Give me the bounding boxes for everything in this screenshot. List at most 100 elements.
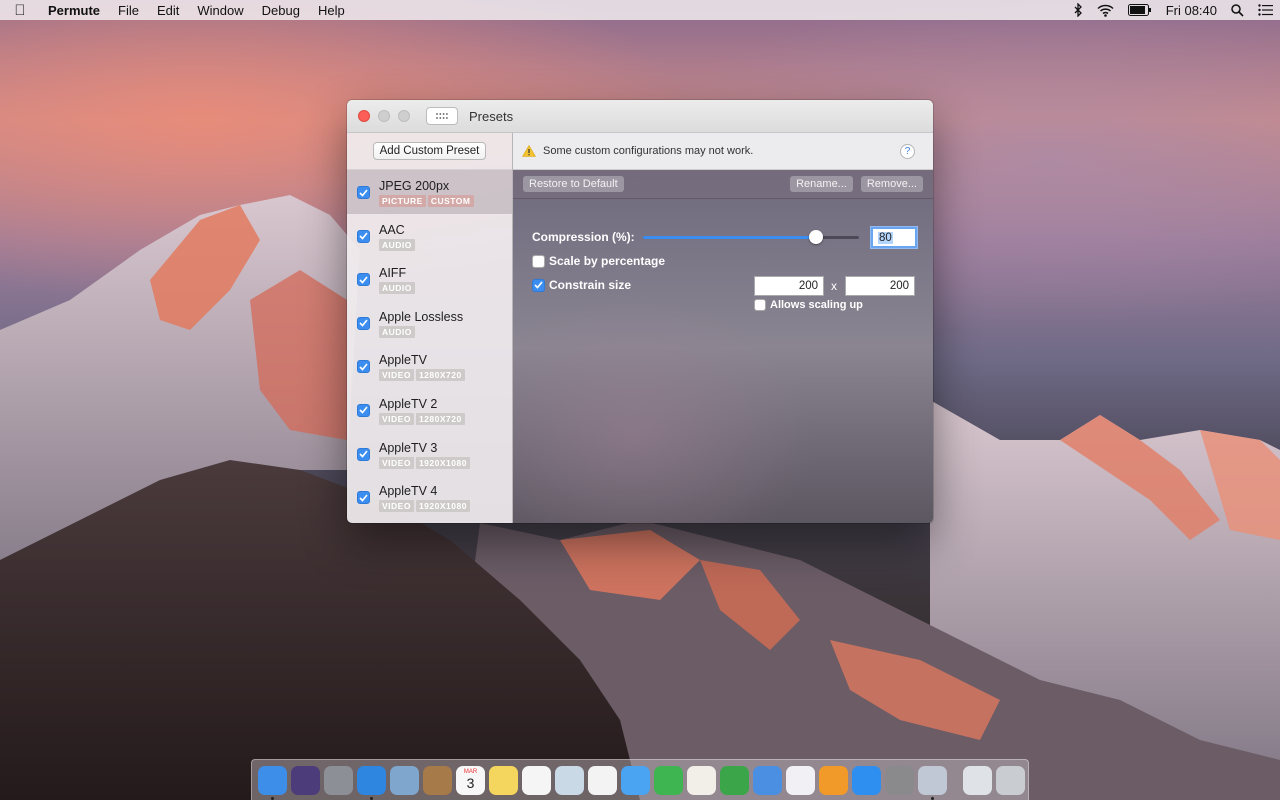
presets-grid-button[interactable]: [426, 107, 458, 125]
finder-icon[interactable]: [258, 765, 287, 800]
close-window-button[interactable]: [358, 110, 370, 122]
checkmark-icon: [534, 281, 543, 289]
height-field[interactable]: 200: [845, 276, 915, 296]
scale-by-percentage-label[interactable]: Scale by percentage: [549, 254, 665, 268]
compression-slider[interactable]: [643, 230, 859, 244]
checkmark-icon: [359, 276, 368, 284]
compression-slider-knob[interactable]: [808, 230, 823, 244]
preset-item[interactable]: AIFF AUDIO: [347, 257, 512, 301]
preset-item[interactable]: AppleTV 2 VIDEO 1280X720: [347, 388, 512, 432]
battery-icon[interactable]: [1127, 4, 1152, 16]
preset-tag: VIDEO: [379, 500, 414, 513]
dock: MAR 3: [251, 759, 1029, 800]
allows-scaling-up-row[interactable]: Allows scaling up: [754, 299, 863, 311]
menu-window[interactable]: Window: [188, 3, 252, 18]
wifi-icon[interactable]: [1097, 4, 1114, 17]
preset-enabled-checkbox[interactable]: [357, 360, 370, 374]
preset-tag: CUSTOM: [427, 195, 474, 207]
preset-name: AppleTV: [379, 353, 427, 368]
width-value: 200: [798, 280, 818, 292]
preset-enabled-checkbox[interactable]: [357, 273, 370, 287]
preset-list: JPEG 200px PICTURE CUSTOM AAC AUDIO AIFF …: [347, 170, 512, 519]
preset-item[interactable]: AppleTV VIDEO 1280X720: [347, 344, 512, 388]
compression-slider-fill: [643, 236, 816, 239]
preview-icon[interactable]: [555, 765, 584, 795]
warning-bar: Some custom configurations may not work.…: [513, 133, 933, 170]
textedit-icon[interactable]: [687, 765, 716, 795]
menu-debug[interactable]: Debug: [253, 3, 309, 18]
constrain-size-row[interactable]: Constrain size: [532, 278, 631, 292]
ibooks-icon[interactable]: [819, 765, 848, 795]
preset-item[interactable]: AppleTV 3 VIDEO 1920X1080: [347, 432, 512, 476]
preset-item[interactable]: JPEG 200px PICTURE CUSTOM: [347, 170, 512, 214]
app-store-icon[interactable]: [852, 765, 881, 795]
preset-enabled-checkbox[interactable]: [357, 186, 370, 199]
preset-enabled-checkbox[interactable]: [357, 316, 370, 330]
siri-icon[interactable]: [291, 765, 320, 795]
allows-scaling-up-label[interactable]: Allows scaling up: [770, 299, 863, 311]
numbers-icon[interactable]: [720, 765, 749, 795]
spotlight-search-icon[interactable]: [1231, 3, 1244, 17]
preset-tag: 1280X720: [415, 412, 465, 425]
quicktime-icon[interactable]: [963, 765, 992, 795]
title-bar[interactable]: Presets: [347, 100, 933, 133]
permute-icon[interactable]: [918, 765, 947, 800]
preset-tag: 1920X1080: [415, 500, 470, 513]
preset-tag: AUDIO: [379, 282, 415, 295]
preset-tag: VIDEO: [379, 412, 414, 425]
launchpad-icon[interactable]: [324, 765, 353, 795]
preset-name: AIFF: [379, 266, 407, 281]
minimize-window-button[interactable]: [378, 110, 390, 122]
itunes-icon[interactable]: [786, 765, 815, 795]
preset-enabled-checkbox[interactable]: [357, 447, 370, 461]
checkmark-icon: [359, 406, 368, 415]
running-indicator: [271, 796, 274, 800]
notification-center-icon[interactable]: [1258, 4, 1273, 16]
calendar-icon[interactable]: MAR 3: [456, 765, 485, 795]
system-preferences-icon[interactable]: [885, 765, 914, 795]
contacts-icon[interactable]: [423, 765, 452, 795]
photos-icon[interactable]: [588, 765, 617, 795]
presets-sidebar: Add Custom Preset JPEG 200px PICTURE CUST…: [347, 133, 512, 523]
checkmark-icon: [359, 319, 368, 327]
zoom-window-button[interactable]: [398, 110, 410, 122]
safari-icon[interactable]: [357, 765, 386, 800]
clock[interactable]: Fri 08:40: [1166, 3, 1217, 18]
add-custom-preset-button[interactable]: Add Custom Preset: [372, 142, 487, 160]
reminders-icon[interactable]: [522, 765, 551, 795]
facetime-icon[interactable]: [654, 765, 683, 795]
menu-edit[interactable]: Edit: [148, 3, 188, 18]
constrain-size-label[interactable]: Constrain size: [549, 278, 631, 292]
preset-enabled-checkbox[interactable]: [357, 229, 370, 243]
preset-toolbar: Restore to Default Rename... Remove...: [513, 170, 933, 199]
warning-text: Some custom configurations may not work.: [543, 145, 754, 157]
scale-by-percentage-row[interactable]: Scale by percentage: [532, 254, 665, 268]
bluetooth-icon[interactable]: [1073, 3, 1083, 17]
help-button[interactable]: ?: [900, 143, 915, 159]
preset-item[interactable]: Apple Lossless AUDIO: [347, 301, 512, 345]
menu-help[interactable]: Help: [309, 3, 354, 18]
preset-enabled-checkbox[interactable]: [357, 403, 370, 417]
preset-enabled-checkbox[interactable]: [357, 491, 370, 505]
keynote-icon[interactable]: [753, 765, 782, 795]
preset-item[interactable]: AAC AUDIO: [347, 214, 512, 258]
preset-item[interactable]: AppleTV 4 VIDEO 1920X1080: [347, 475, 512, 519]
constrain-size-checkbox[interactable]: [532, 278, 545, 292]
preset-tag: 1920X1080: [415, 456, 470, 469]
restore-to-default-button[interactable]: Restore to Default: [523, 176, 624, 192]
remove-button[interactable]: Remove...: [860, 176, 923, 192]
app-menu[interactable]: Permute: [40, 3, 109, 18]
preset-name: AAC: [379, 222, 405, 237]
messages-icon[interactable]: [621, 765, 650, 795]
compression-value-field[interactable]: 80: [871, 227, 917, 248]
mail-icon[interactable]: [390, 765, 419, 795]
scale-by-percentage-checkbox[interactable]: [532, 254, 545, 268]
apple-menu-icon[interactable]: : [0, 2, 40, 19]
trash-icon[interactable]: [996, 765, 1025, 795]
width-field[interactable]: 200: [754, 276, 824, 296]
checkmark-icon: [359, 450, 368, 458]
menu-file[interactable]: File: [109, 3, 148, 18]
notes-icon[interactable]: [489, 765, 518, 795]
rename-button[interactable]: Rename...: [790, 176, 853, 192]
allows-scaling-up-checkbox[interactable]: [754, 299, 766, 311]
